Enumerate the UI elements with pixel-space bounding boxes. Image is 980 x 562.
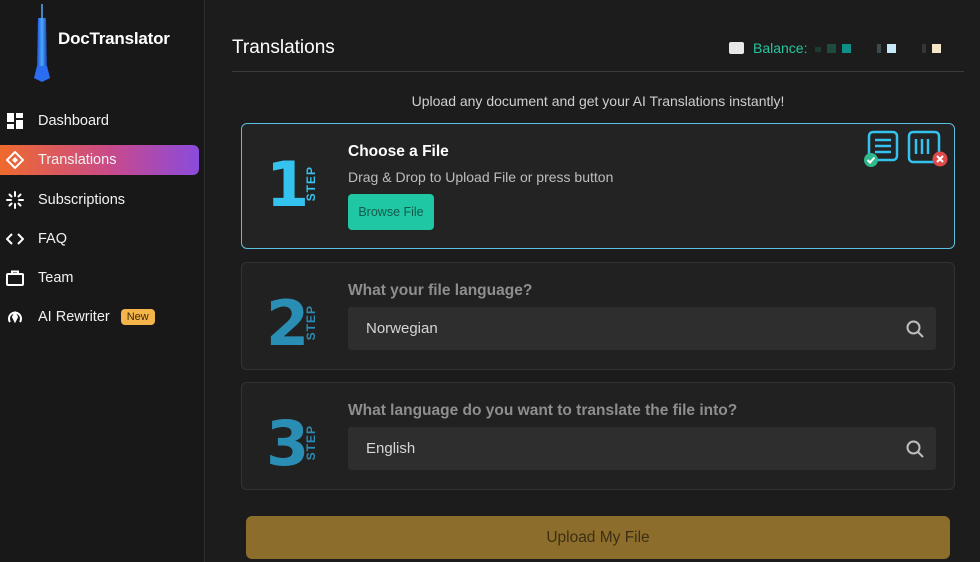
- ai-rewriter-icon: [6, 308, 24, 326]
- target-language-select[interactable]: English: [348, 427, 936, 470]
- page-subtitle: Upload any document and get your AI Tran…: [411, 93, 785, 109]
- balance-display[interactable]: Balance:: [729, 40, 942, 56]
- step-number: 3: [266, 407, 310, 480]
- sidebar-item-team[interactable]: Team: [0, 263, 199, 293]
- wallet-icon: [729, 42, 744, 54]
- document-format-icons: [864, 130, 948, 167]
- sidebar-item-label: Team: [38, 270, 74, 287]
- sidebar-item-ai-rewriter[interactable]: AI Rewriter New: [0, 302, 199, 332]
- sidebar-item-label: Subscriptions: [38, 191, 126, 208]
- sidebar-item-label: Translations: [38, 152, 117, 169]
- step-label: STEP: [304, 425, 318, 461]
- sidebar-nav: Dashboard Translations Subscriptions FAQ…: [0, 106, 205, 342]
- search-icon[interactable]: [905, 319, 925, 339]
- step-number: 1: [266, 148, 310, 221]
- translations-icon: [6, 151, 24, 170]
- step-1-card[interactable]: 1 STEP Choose a File Drag & Drop to Uplo…: [241, 123, 955, 249]
- step-title: Choose a File: [348, 143, 449, 160]
- source-language-value: Norwegian: [366, 320, 438, 337]
- step-description: Drag & Drop to Upload File or press butt…: [348, 169, 614, 185]
- subscriptions-icon: [6, 190, 24, 209]
- new-badge: New: [120, 309, 155, 326]
- sidebar-item-dashboard[interactable]: Dashboard: [0, 106, 199, 136]
- search-icon[interactable]: [905, 439, 925, 459]
- browse-file-button[interactable]: Browse File: [348, 194, 434, 230]
- step-label: STEP: [304, 166, 318, 202]
- page-title: Translations: [232, 37, 335, 58]
- logo-tower-icon: [34, 4, 50, 82]
- logo-text: DocTranslator: [58, 29, 170, 48]
- balance-label: Balance:: [753, 40, 808, 56]
- header-divider: [232, 71, 964, 72]
- step-label: STEP: [304, 305, 318, 341]
- sidebar-item-label: Dashboard: [38, 113, 109, 129]
- dashboard-icon: [6, 112, 24, 130]
- code-brackets-icon: [6, 230, 24, 248]
- target-language-value: English: [366, 440, 416, 457]
- balance-value-obscured: [815, 43, 942, 53]
- source-language-select[interactable]: Norwegian: [348, 307, 936, 350]
- upload-my-file-button[interactable]: Upload My File: [246, 516, 950, 559]
- sidebar-item-label: AI Rewriter: [38, 309, 110, 326]
- sidebar-item-faq[interactable]: FAQ: [0, 224, 199, 254]
- sidebar: DocTranslator Dashboard Translations Sub…: [0, 0, 205, 562]
- check-icon: [864, 153, 878, 167]
- error-x-icon: [932, 151, 948, 167]
- step-number: 2: [266, 287, 310, 360]
- step-2-card: 2 STEP What your file language? Norwegia…: [241, 262, 955, 370]
- step-title: What your file language?: [348, 282, 533, 299]
- sidebar-item-translations[interactable]: Translations: [0, 145, 199, 176]
- step-title: What language do you want to translate t…: [348, 402, 738, 419]
- briefcase-icon: [6, 269, 24, 287]
- sidebar-item-label: FAQ: [38, 230, 68, 247]
- sidebar-item-subscriptions[interactable]: Subscriptions: [0, 185, 199, 215]
- logo[interactable]: DocTranslator: [30, 4, 170, 82]
- step-3-card: 3 STEP What language do you want to tran…: [241, 382, 955, 490]
